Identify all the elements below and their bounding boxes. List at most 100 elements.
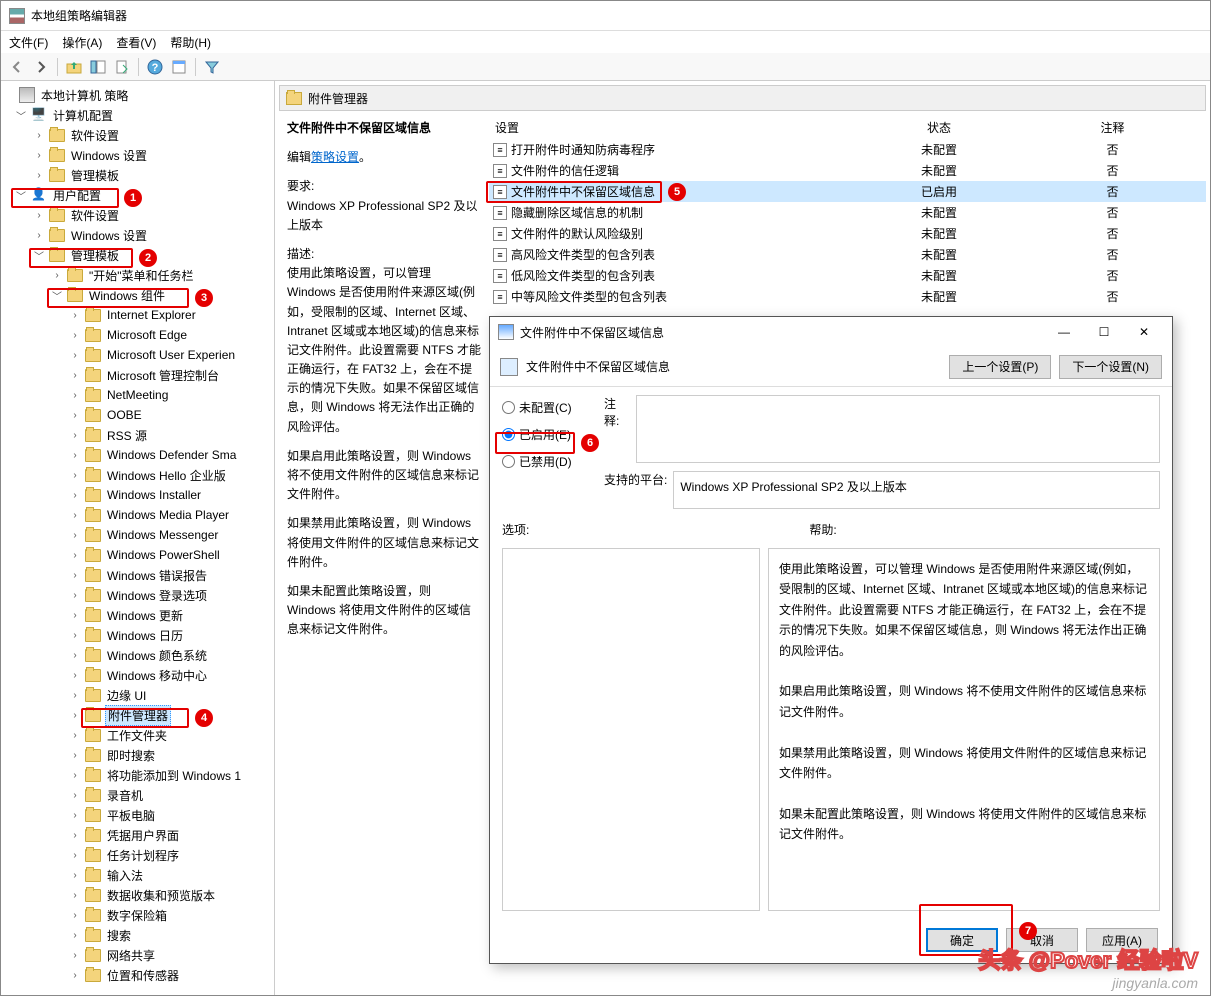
cancel-button[interactable]: 取消 [1006, 928, 1078, 952]
tree-item[interactable]: 任务计划程序 [105, 846, 181, 865]
chevron-right-icon[interactable]: › [69, 669, 81, 681]
list-item[interactable]: ≡打开附件时通知防病毒程序未配置否 [489, 139, 1206, 160]
chevron-down-icon[interactable]: ﹀ [51, 289, 63, 301]
tree-item[interactable]: Windows PowerShell [105, 547, 222, 563]
close-icon[interactable]: ✕ [1124, 318, 1164, 346]
chevron-right-icon[interactable]: › [69, 409, 81, 421]
chevron-right-icon[interactable]: › [69, 309, 81, 321]
radio-unconfigured[interactable]: 未配置(C) [502, 399, 592, 416]
prev-setting-button[interactable]: 上一个设置(P) [949, 355, 1051, 379]
policy-tree[interactable]: 本地计算机 策略 ﹀🖥️计算机配置 ›软件设置 ›Windows 设置 ›管理模… [1, 85, 274, 985]
chevron-right-icon[interactable]: › [69, 689, 81, 701]
tree-item[interactable]: Microsoft 管理控制台 [105, 366, 221, 385]
chevron-right-icon[interactable]: › [69, 629, 81, 641]
chevron-right-icon[interactable]: › [33, 229, 45, 241]
chevron-right-icon[interactable]: › [51, 269, 63, 281]
tree-admin-templates[interactable]: 管理模板 [69, 246, 121, 265]
tree-item[interactable]: Windows 设置 [69, 226, 149, 245]
nav-forward-icon[interactable] [31, 57, 51, 77]
tree-item[interactable]: 输入法 [105, 866, 145, 885]
comment-textarea[interactable] [636, 395, 1160, 463]
chevron-right-icon[interactable]: › [69, 949, 81, 961]
tree-item[interactable]: 网络共享 [105, 946, 157, 965]
menu-help[interactable]: 帮助(H) [170, 34, 211, 51]
chevron-right-icon[interactable]: › [69, 929, 81, 941]
list-item[interactable]: ≡文件附件中不保留区域信息已启用否 [489, 181, 1206, 202]
tree-item[interactable]: 软件设置 [69, 206, 121, 225]
list-item[interactable]: ≡文件附件的信任逻辑未配置否 [489, 160, 1206, 181]
menu-action[interactable]: 操作(A) [62, 34, 102, 51]
chevron-right-icon[interactable]: › [33, 169, 45, 181]
tree-item[interactable]: Windows Hello 企业版 [105, 466, 228, 485]
tree-item[interactable]: 数据收集和预览版本 [105, 886, 217, 905]
tree-item[interactable]: Windows 设置 [69, 146, 149, 165]
chevron-right-icon[interactable]: › [69, 489, 81, 501]
chevron-right-icon[interactable]: › [69, 549, 81, 561]
chevron-right-icon[interactable]: › [69, 469, 81, 481]
chevron-right-icon[interactable]: › [69, 369, 81, 381]
next-setting-button[interactable]: 下一个设置(N) [1059, 355, 1162, 379]
tree-item[interactable]: Windows Media Player [105, 507, 231, 523]
chevron-down-icon[interactable]: ﹀ [33, 249, 45, 261]
chevron-right-icon[interactable]: › [69, 349, 81, 361]
chevron-right-icon[interactable]: › [69, 849, 81, 861]
tree-user[interactable]: 用户配置 [51, 186, 103, 205]
export-icon[interactable] [112, 57, 132, 77]
chevron-right-icon[interactable]: › [69, 649, 81, 661]
col-state[interactable]: 状态 [859, 119, 1019, 136]
tree-item[interactable]: RSS 源 [105, 426, 149, 445]
chevron-right-icon[interactable]: › [69, 429, 81, 441]
tree-item[interactable]: 位置和传感器 [105, 966, 181, 985]
tree-item[interactable]: 数字保险箱 [105, 906, 169, 925]
list-item[interactable]: ≡低风险文件类型的包含列表未配置否 [489, 265, 1206, 286]
chevron-down-icon[interactable]: ﹀ [15, 109, 27, 121]
tree-item[interactable]: Microsoft Edge [105, 327, 189, 343]
tree-item[interactable]: 平板电脑 [105, 806, 157, 825]
edit-policy-link[interactable]: 策略设置 [311, 150, 359, 164]
tree-item[interactable]: Windows 登录选项 [105, 586, 209, 605]
nav-back-icon[interactable] [7, 57, 27, 77]
tree-windows-components[interactable]: Windows 组件 [87, 286, 167, 305]
menu-view[interactable]: 查看(V) [116, 34, 156, 51]
folder-up-icon[interactable] [64, 57, 84, 77]
chevron-right-icon[interactable]: › [69, 789, 81, 801]
properties-icon[interactable] [169, 57, 189, 77]
chevron-right-icon[interactable]: › [69, 709, 81, 721]
list-item[interactable]: ≡高风险文件类型的包含列表未配置否 [489, 244, 1206, 265]
tree-item[interactable]: Windows 颜色系统 [105, 646, 209, 665]
tree-item[interactable]: 管理模板 [69, 166, 121, 185]
tree-item[interactable]: 录音机 [105, 786, 145, 805]
chevron-right-icon[interactable]: › [33, 129, 45, 141]
maximize-icon[interactable]: ☐ [1084, 318, 1124, 346]
list-item[interactable]: ≡文件附件的默认风险级别未配置否 [489, 223, 1206, 244]
tree-item[interactable]: "开始"菜单和任务栏 [87, 266, 196, 285]
chevron-right-icon[interactable]: › [33, 149, 45, 161]
tree-item[interactable]: Windows 移动中心 [105, 666, 209, 685]
help-icon[interactable]: ? [145, 57, 165, 77]
tree-item[interactable]: 凭据用户界面 [105, 826, 181, 845]
chevron-right-icon[interactable]: › [69, 389, 81, 401]
tree-item[interactable]: 工作文件夹 [105, 726, 169, 745]
tree-item[interactable]: NetMeeting [105, 387, 170, 403]
chevron-right-icon[interactable]: › [69, 889, 81, 901]
list-item[interactable]: ≡隐藏删除区域信息的机制未配置否 [489, 202, 1206, 223]
col-setting[interactable]: 设置 [489, 119, 859, 136]
chevron-right-icon[interactable]: › [69, 449, 81, 461]
list-item[interactable]: ≡中等风险文件类型的包含列表未配置否 [489, 286, 1206, 307]
tree-item[interactable]: Windows 更新 [105, 606, 185, 625]
chevron-right-icon[interactable]: › [69, 869, 81, 881]
chevron-right-icon[interactable]: › [69, 329, 81, 341]
radio-enabled[interactable]: 已启用(E) [502, 426, 592, 443]
minimize-icon[interactable]: — [1044, 318, 1084, 346]
tree-item[interactable]: Microsoft User Experien [105, 347, 237, 363]
chevron-right-icon[interactable]: › [69, 729, 81, 741]
filter-icon[interactable] [202, 57, 222, 77]
radio-disabled[interactable]: 已禁用(D) [502, 453, 592, 470]
chevron-right-icon[interactable]: › [69, 969, 81, 981]
tree-item[interactable]: 软件设置 [69, 126, 121, 145]
chevron-right-icon[interactable]: › [69, 589, 81, 601]
ok-button[interactable]: 确定 [926, 928, 998, 952]
dialog-titlebar[interactable]: 文件附件中不保留区域信息 — ☐ ✕ [490, 317, 1172, 347]
chevron-right-icon[interactable]: › [69, 569, 81, 581]
tree-item[interactable]: 边缘 UI [105, 686, 148, 705]
